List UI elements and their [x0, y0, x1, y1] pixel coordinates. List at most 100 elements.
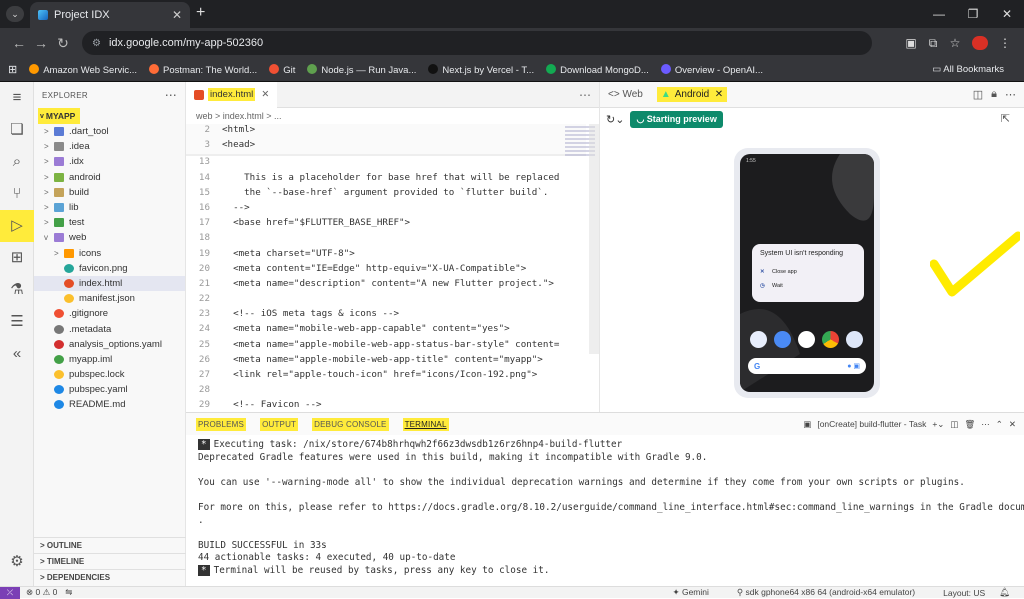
timeline-section[interactable]: > TIMELINE: [34, 553, 186, 568]
ports-icon[interactable]: ⇋: [65, 587, 72, 598]
bookmark-item[interactable]: Node.js — Run Java...: [307, 63, 416, 76]
bookmark-star-icon[interactable]: ☆: [944, 36, 966, 50]
file-tree-item[interactable]: > .idx: [34, 154, 185, 169]
editor-more-icon[interactable]: ⋯: [579, 88, 591, 102]
file-tree-item[interactable]: .metadata: [34, 321, 185, 336]
close-app-option[interactable]: ✕ Close app: [760, 265, 856, 279]
close-window-icon[interactable]: ✕: [990, 7, 1024, 21]
project-root[interactable]: v MYAPP: [38, 108, 80, 124]
clipboard-icon[interactable]: ▣: [900, 36, 922, 50]
url-field[interactable]: ⚙ idx.google.com/my-app-502360: [82, 31, 872, 55]
file-tree-item[interactable]: manifest.json: [34, 291, 185, 306]
site-info-icon[interactable]: ⚙: [92, 38, 101, 49]
tab-problems[interactable]: PROBLEMS: [196, 417, 247, 431]
explorer-files-icon[interactable]: ❏: [0, 114, 34, 146]
remote-icon[interactable]: ⤫: [0, 586, 20, 599]
extensions-icon[interactable]: ⊞: [0, 242, 34, 274]
mic-icon[interactable]: ● ▣: [847, 362, 860, 370]
wait-option[interactable]: ◷ Wait: [760, 279, 856, 293]
file-tree-item[interactable]: .gitignore: [34, 306, 185, 321]
tab-terminal[interactable]: TERMINAL: [402, 417, 449, 431]
apps-grid-icon[interactable]: ⊞: [8, 63, 17, 76]
play-store-icon[interactable]: [798, 330, 815, 348]
profile-avatar[interactable]: [972, 36, 988, 50]
new-tab-icon[interactable]: +: [196, 4, 205, 22]
messages-app-icon[interactable]: [774, 330, 791, 348]
file-tree-item[interactable]: README.md: [34, 397, 185, 412]
restore-icon[interactable]: ❐: [956, 7, 990, 21]
close-tab-icon[interactable]: ✕: [172, 8, 182, 22]
run-debug-icon[interactable]: ▷: [0, 210, 34, 242]
camera-app-icon[interactable]: [846, 330, 863, 348]
tab-web[interactable]: <> Web: [608, 89, 643, 100]
close-android-tab-icon[interactable]: ✕: [715, 89, 723, 100]
minimize-icon[interactable]: —: [922, 7, 956, 21]
problems-indicator[interactable]: ⊗ 0 ⚠ 0: [26, 587, 57, 598]
file-tree-item[interactable]: > build: [34, 185, 185, 200]
google-search-bar[interactable]: G ● ▣: [748, 358, 866, 374]
gemini-status[interactable]: ✦ Gemini: [672, 587, 722, 598]
bookmark-item[interactable]: Next.js by Vercel - T...: [428, 63, 534, 76]
tab-debug-console[interactable]: DEBUG CONSOLE: [312, 417, 389, 431]
editor-tab-index-html[interactable]: index.html ✕: [186, 81, 278, 108]
search-icon[interactable]: ⌕: [0, 146, 34, 178]
settings-gear-icon[interactable]: ⚙: [0, 546, 34, 578]
reload-icon[interactable]: ↻: [52, 35, 74, 52]
split-view-icon[interactable]: ◫: [973, 88, 983, 101]
breadcrumb[interactable]: web > index.html > ...: [186, 108, 599, 124]
bookmark-item[interactable]: Download MongoD...: [546, 63, 649, 76]
reload-preview-icon[interactable]: ↻⌄: [606, 113, 624, 126]
tab-output[interactable]: OUTPUT: [260, 417, 299, 431]
back-icon[interactable]: ←: [8, 35, 30, 51]
file-tree-item[interactable]: index.html: [34, 275, 185, 292]
outline-section[interactable]: > OUTLINE: [34, 537, 186, 552]
idx-chevrons-icon[interactable]: «: [0, 338, 34, 370]
chrome-app-icon[interactable]: [822, 330, 839, 348]
phone-app-icon[interactable]: [750, 330, 767, 348]
file-tree-item[interactable]: v web: [34, 230, 185, 245]
trash-icon[interactable]: 🗑︎: [964, 419, 975, 430]
code-area[interactable]: 2 <html> 3 <head> 13 14 This is a placeholder…: [186, 124, 586, 445]
file-tree-item[interactable]: myapp.iml: [34, 352, 185, 367]
notifications-bell-icon[interactable]: 🔔︎: [999, 587, 1010, 598]
source-control-icon[interactable]: ⑂: [0, 178, 34, 210]
add-terminal-icon[interactable]: +⌄: [932, 419, 944, 430]
bookmark-item[interactable]: Postman: The World...: [149, 63, 257, 76]
file-tree-item[interactable]: analysis_options.yaml: [34, 337, 185, 352]
tab-android[interactable]: ▲ Android ✕: [656, 87, 728, 102]
panel-more-icon[interactable]: ⋯: [981, 419, 990, 430]
terminal-output[interactable]: * Executing task: /nix/store/674b8hrhqwh2…: [186, 435, 1024, 582]
preview-more-icon[interactable]: ⋯: [1005, 88, 1016, 101]
editor-scrollbar[interactable]: [589, 124, 599, 354]
task-name[interactable]: [onCreate] build-flutter - Task: [817, 419, 926, 429]
checklist-icon[interactable]: ☰: [0, 306, 34, 338]
bookmark-item[interactable]: Amazon Web Servic...: [29, 63, 137, 76]
file-tree-item[interactable]: > .idea: [34, 139, 185, 154]
open-external-icon[interactable]: ⇱: [1001, 112, 1010, 125]
file-tree-item[interactable]: > icons: [34, 246, 185, 261]
bookmark-item[interactable]: Git: [269, 63, 295, 76]
split-terminal-icon[interactable]: ◫: [950, 419, 958, 430]
cast-icon[interactable]: ⧉: [922, 36, 944, 51]
file-tree-item[interactable]: > .dart_tool: [34, 124, 185, 139]
device-status[interactable]: ⚲ sdk gphone64 x86 64 (android-x64 emula…: [737, 587, 929, 598]
lock-icon[interactable]: 🔒︎: [991, 88, 997, 101]
all-bookmarks-link[interactable]: ▭ All Bookmarks: [932, 64, 1004, 75]
forward-icon[interactable]: →: [30, 35, 52, 51]
close-panel-icon[interactable]: ✕: [1009, 419, 1016, 430]
emulator-screen[interactable]: 1:55 System UI isn't responding ✕ Close a…: [740, 154, 874, 392]
file-tree-item[interactable]: pubspec.lock: [34, 367, 185, 382]
file-tree-item[interactable]: > android: [34, 170, 185, 185]
tab-search-icon[interactable]: ⌄: [6, 6, 24, 22]
file-tree-item[interactable]: favicon.png: [34, 261, 185, 276]
browser-tab[interactable]: Project IDX ✕: [30, 2, 190, 28]
file-tree-item[interactable]: > test: [34, 215, 185, 230]
file-tree-item[interactable]: > lib: [34, 200, 185, 215]
testing-flask-icon[interactable]: ⚗: [0, 274, 34, 306]
explorer-more-icon[interactable]: ⋯: [165, 88, 177, 102]
bookmark-item[interactable]: Overview - OpenAI...: [660, 63, 763, 76]
dependencies-section[interactable]: > DEPENDENCIES: [34, 569, 186, 584]
file-tree-item[interactable]: pubspec.yaml: [34, 382, 185, 397]
close-editor-tab-icon[interactable]: ✕: [261, 89, 269, 100]
keyboard-layout[interactable]: Layout: US: [943, 588, 985, 598]
